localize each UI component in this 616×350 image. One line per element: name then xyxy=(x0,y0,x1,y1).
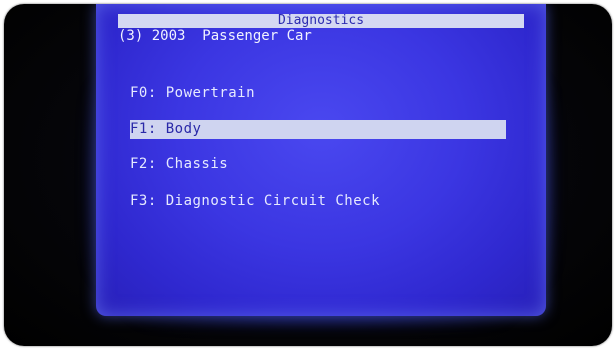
menu-item-powertrain[interactable]: F0: Powertrain xyxy=(130,84,255,103)
menu-item-diagnostic-circuit-check[interactable]: F3: Diagnostic Circuit Check xyxy=(130,192,380,211)
lcd-screen: Diagnostics (3) 2003 Passenger Car F0: P… xyxy=(96,4,546,316)
screen-title: Diagnostics xyxy=(118,14,524,28)
menu-item-chassis[interactable]: F2: Chassis xyxy=(130,155,228,174)
menu-item-body[interactable]: F1: Body xyxy=(130,120,506,139)
device-photo: Diagnostics (3) 2003 Passenger Car F0: P… xyxy=(4,4,612,346)
vehicle-selection-label: (3) 2003 Passenger Car xyxy=(118,28,312,44)
